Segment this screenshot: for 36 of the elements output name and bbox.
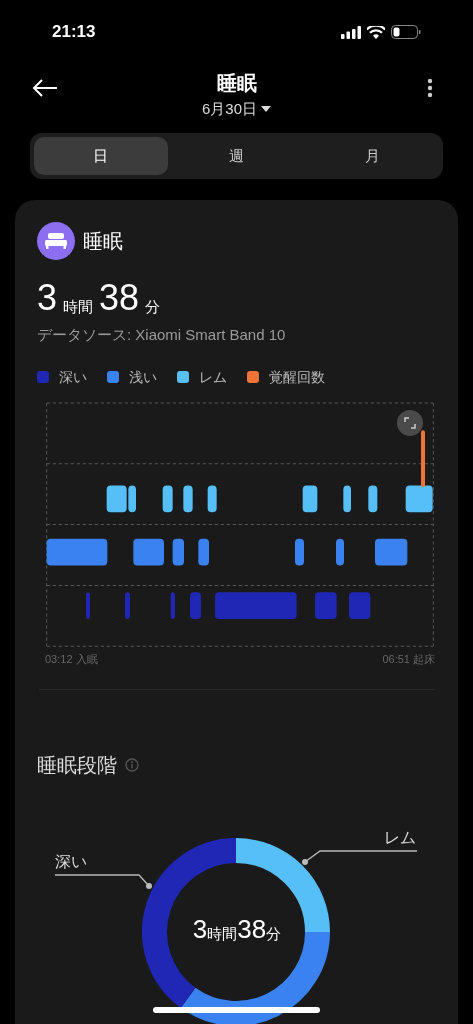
wake-label: 06:51 起床 bbox=[382, 651, 435, 667]
legend-label: レム bbox=[199, 367, 227, 387]
duration-minutes: 38 bbox=[99, 280, 140, 316]
minutes-unit: 分 bbox=[145, 299, 161, 314]
total-minutes: 38 bbox=[237, 916, 267, 942]
data-source: データソース: Xiaomi Smart Band 10 bbox=[37, 325, 287, 345]
period-tab[interactable]: 日 bbox=[34, 137, 168, 175]
minutes-unit: 分 bbox=[266, 926, 282, 941]
card-title: 睡眠 bbox=[83, 229, 123, 254]
bed-icon bbox=[37, 222, 75, 260]
back-button[interactable] bbox=[32, 78, 58, 98]
period-tab[interactable]: 週 bbox=[169, 137, 304, 175]
back-icon bbox=[32, 78, 58, 98]
duration-hours: 3 bbox=[37, 280, 58, 316]
period-tab[interactable]: 月 bbox=[305, 137, 439, 175]
battery-icon bbox=[391, 25, 421, 39]
legend-label: 深い bbox=[59, 367, 87, 387]
date-picker[interactable]: 6月30日 bbox=[202, 98, 271, 121]
page-title: 睡眠 bbox=[216, 71, 257, 96]
info-icon bbox=[125, 758, 139, 772]
sleep-start-label: 03:12 入眠 bbox=[45, 651, 98, 667]
signal-icon bbox=[341, 25, 361, 39]
status-time: 21:13 bbox=[52, 21, 96, 44]
hours-unit: 時間 bbox=[63, 299, 94, 314]
legend-label: 覚醒回数 bbox=[269, 367, 325, 387]
expand-icon bbox=[404, 416, 416, 429]
caret-icon bbox=[261, 106, 271, 113]
rem-label: レム bbox=[384, 828, 416, 848]
legend-label: 浅い bbox=[129, 367, 157, 387]
expand-button[interactable] bbox=[397, 409, 423, 436]
hours-unit: 時間 bbox=[207, 926, 238, 941]
deep-label: 深い bbox=[55, 852, 87, 872]
more-icon bbox=[427, 78, 433, 98]
wifi-icon bbox=[367, 25, 385, 39]
section-title: 睡眠段階 bbox=[37, 753, 117, 778]
total-hours: 3 bbox=[192, 916, 208, 942]
